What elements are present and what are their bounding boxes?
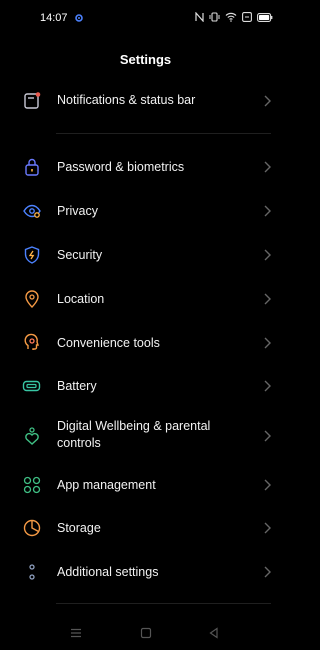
battery-icon [22,380,41,392]
nfc-icon [195,12,204,22]
chevron-right-icon [264,293,271,305]
settings-item-app-management[interactable]: App management [0,470,291,500]
settings-gear-icon [75,14,83,22]
section-divider [56,133,271,134]
privacy-eye-icon [23,204,41,218]
item-label: Security [57,248,103,262]
item-label: Notifications & status bar [57,93,196,107]
settings-item-password-biometrics[interactable]: Password & biometrics [0,152,291,182]
chevron-right-icon [264,479,271,491]
chevron-right-icon [264,249,271,261]
settings-item-digital-wellbeing[interactable]: Digital Wellbeing & parental controls [0,414,291,458]
back-icon[interactable] [208,627,220,639]
vibrate-icon [209,12,220,22]
chevron-right-icon [264,430,271,442]
shield-icon [24,246,40,264]
status-time: 14:07 [40,12,68,24]
settings-item-storage[interactable]: Storage [0,513,291,543]
item-label: Convenience tools [57,336,160,350]
chevron-right-icon [264,95,271,107]
item-label: Storage [57,521,101,535]
settings-item-location[interactable]: Location [0,284,291,314]
chevron-right-icon [264,337,271,349]
chevron-right-icon [264,161,271,173]
item-label: Digital Wellbeing & parental controls [57,419,211,450]
location-pin-icon [25,290,39,308]
item-label: Privacy [57,204,98,218]
item-label: App management [57,478,156,492]
notification-icon [24,92,41,109]
settings-item-security[interactable]: Security [0,240,291,270]
home-icon[interactable] [140,627,152,639]
navigation-bar [0,618,291,650]
status-icons [195,12,273,22]
chevron-right-icon [264,522,271,534]
lock-icon [25,158,39,176]
signal-box-icon [242,12,252,22]
settings-item-additional-settings[interactable]: Additional settings [0,557,291,587]
item-label: Battery [57,379,97,393]
page-title: Settings [119,52,172,67]
chevron-right-icon [264,566,271,578]
app-grid-icon [23,476,41,494]
settings-item-privacy[interactable]: Privacy [0,196,291,226]
settings-item-convenience-tools[interactable]: Convenience tools [0,328,291,358]
convenience-icon [24,333,39,350]
item-label: Location [57,292,105,306]
status-bar: 14:07 [0,0,291,38]
item-label: Password & biometrics [57,160,185,174]
settings-item-notifications[interactable]: Notifications & status bar [0,86,291,116]
storage-pie-icon [23,519,41,537]
wifi-icon [225,12,237,22]
battery-status-icon [257,12,273,22]
menu-icon[interactable] [70,627,82,639]
settings-item-battery[interactable]: Battery [0,371,291,401]
more-dots-icon [29,564,35,580]
chevron-right-icon [264,380,271,392]
section-divider [56,603,271,604]
wellbeing-heart-icon [25,427,39,445]
chevron-right-icon [264,205,271,217]
item-label: Additional settings [57,565,159,579]
